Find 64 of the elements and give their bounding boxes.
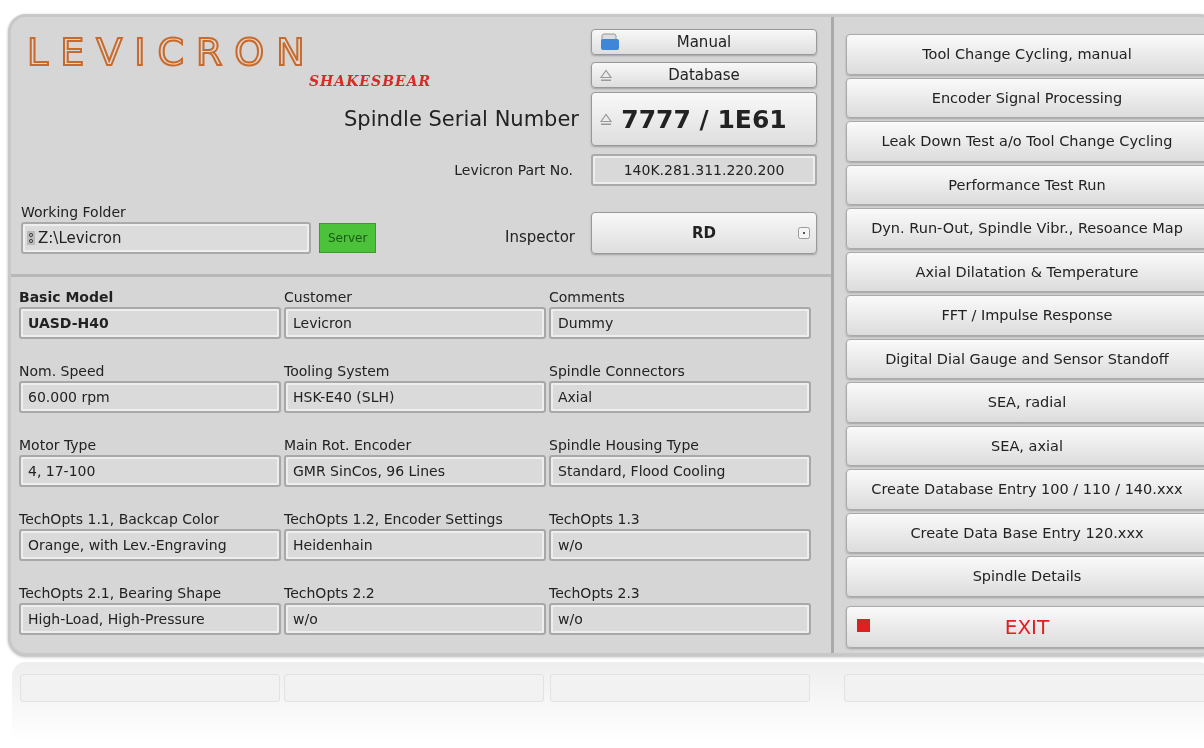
dropdown-icon (798, 227, 810, 239)
path-icon (27, 231, 35, 245)
text-field[interactable]: High-Load, High-Pressure (19, 603, 281, 635)
action-button[interactable]: FFT / Impulse Response (846, 295, 1204, 336)
text-field[interactable]: Heidenhain (284, 529, 546, 561)
action-button[interactable]: Axial Dilatation & Temperature (846, 251, 1204, 292)
field-label: Comments (549, 288, 626, 307)
part-number-label: Levicron Part No. (454, 162, 573, 178)
field-label: TechOpts 1.1, Backcap Color (19, 510, 220, 529)
field-label: TechOpts 2.2 (284, 584, 376, 603)
field-label: TechOpts 2.3 (549, 584, 641, 603)
path-field[interactable]: Z:\Levicron (21, 222, 311, 254)
action-button[interactable]: Spindle Details (846, 556, 1204, 597)
text-field[interactable]: Dummy (549, 307, 811, 339)
part-number-field: 140K.281.311.220.200 (591, 154, 817, 186)
path-value: Z:\Levicron (38, 229, 122, 247)
stop-icon (857, 618, 870, 632)
text-field[interactable]: Orange, with Lev.-Engraving (19, 529, 281, 561)
action-button[interactable]: SEA, axial (846, 425, 1204, 466)
manual-button[interactable]: Manual (591, 29, 817, 55)
serial-number-button[interactable]: 7777 / 1E61 (591, 92, 817, 146)
text-field[interactable]: Axial (549, 381, 811, 413)
serial-number-label: Spindle Serial Number (343, 107, 579, 131)
field-label: Spindle Housing Type (549, 436, 700, 455)
inspector-label: Inspector (505, 228, 575, 246)
field-label: Basic Model (19, 288, 115, 307)
field-label: TechOpts 1.2, Encoder Settings (284, 510, 504, 529)
action-button[interactable]: Create Data Base Entry 120.xxx (846, 512, 1204, 553)
eject-icon (600, 112, 612, 126)
exit-button[interactable]: EXIT (846, 605, 1204, 648)
eject-icon (600, 68, 612, 82)
book-icon (600, 33, 620, 51)
text-field[interactable]: Standard, Flood Cooling (549, 455, 811, 487)
action-button[interactable]: Encoder Signal Processing (846, 77, 1204, 118)
text-field[interactable]: HSK-E40 (SLH) (284, 381, 546, 413)
action-button[interactable]: Digital Dial Gauge and Sensor Standoff (846, 338, 1204, 379)
field-label: Tooling System (284, 362, 391, 381)
logo-wordmark: LEVICRON (27, 33, 317, 71)
field-label: Nom. Speed (19, 362, 106, 381)
inspector-dropdown[interactable]: RD (591, 212, 817, 254)
field-label: TechOpts 2.1, Bearing Shape (19, 584, 223, 603)
text-field[interactable]: w/o (549, 529, 811, 561)
field-label: Main Rot. Encoder (284, 436, 413, 455)
database-button[interactable]: Database (591, 62, 817, 88)
field-label: Customer (284, 288, 353, 307)
action-button[interactable]: SEA, radial (846, 382, 1204, 423)
text-field[interactable]: GMR SinCos, 96 Lines (284, 455, 546, 487)
text-field[interactable]: 60.000 rpm (19, 381, 281, 413)
text-field[interactable]: UASD-H40 (19, 307, 281, 339)
field-label: Spindle Connectors (549, 362, 686, 381)
action-button[interactable]: Dyn. Run-Out, Spindle Vibr., Resoance Map (846, 208, 1204, 249)
field-label: Working Folder (21, 203, 127, 222)
text-field[interactable]: w/o (284, 603, 546, 635)
field-label: TechOpts 1.3 (549, 510, 641, 529)
text-field[interactable]: w/o (549, 603, 811, 635)
text-field[interactable]: Levicron (284, 307, 546, 339)
action-button[interactable]: Performance Test Run (846, 164, 1204, 205)
action-button[interactable]: Leak Down Test a/o Tool Change Cycling (846, 121, 1204, 162)
action-button[interactable]: Create Database Entry 100 / 110 / 140.xxx (846, 469, 1204, 510)
field-label: Motor Type (19, 436, 98, 455)
logo-signature: SHAKESBEAR (309, 73, 432, 89)
server-button[interactable]: Server (319, 223, 377, 253)
action-button[interactable]: Tool Change Cycling, manual (846, 34, 1204, 75)
text-field[interactable]: 4, 17-100 (19, 455, 281, 487)
